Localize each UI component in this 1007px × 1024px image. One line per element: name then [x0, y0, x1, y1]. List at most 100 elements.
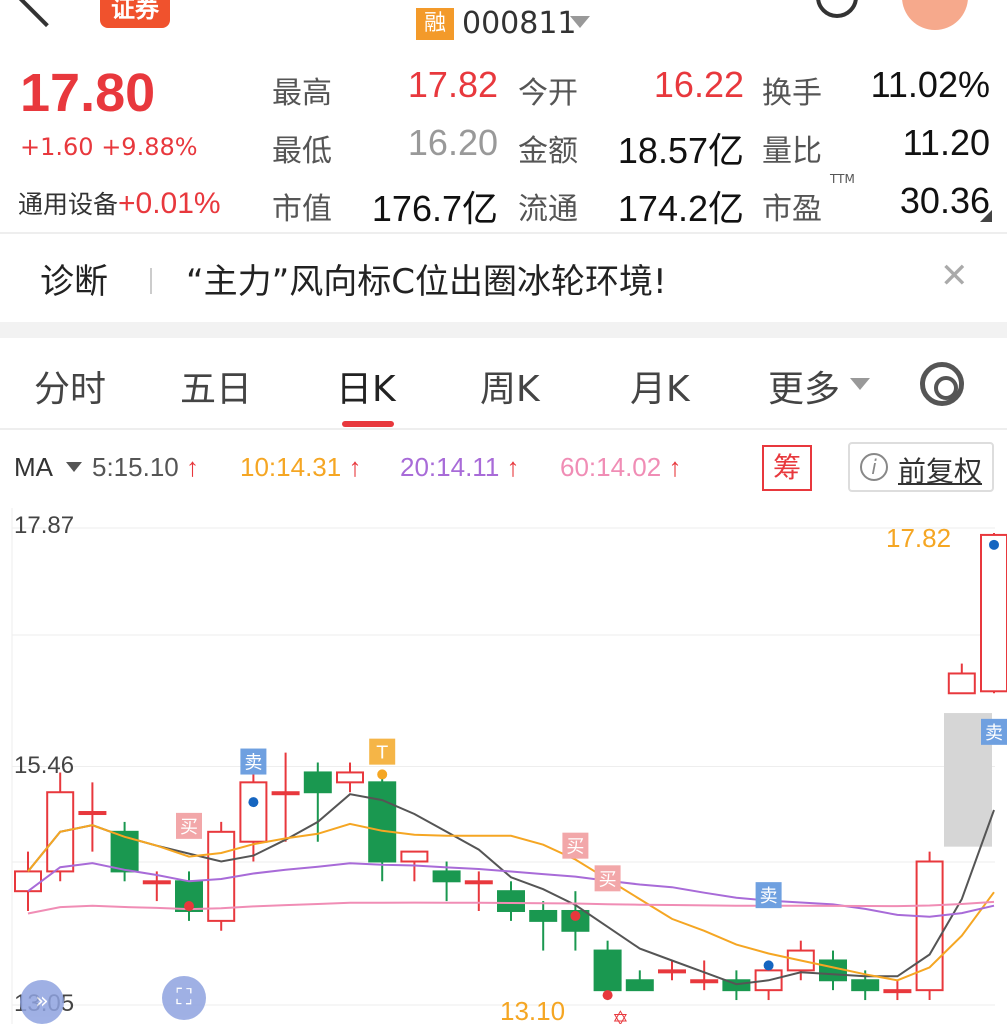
diagnosis-text[interactable]: “主力”风向标C位出圈冰轮环境!	[186, 254, 667, 303]
kline-chart[interactable]: 买卖 T买买卖卖17.8213.10 ✡	[0, 500, 1007, 1024]
star-icon: ✡	[612, 1006, 629, 1024]
candle-body	[78, 811, 107, 816]
quote-value: 17.82	[407, 64, 498, 105]
industry-name: 通用设备	[18, 190, 119, 219]
up-arrow-icon: ↑	[348, 452, 362, 482]
candle-body	[400, 850, 429, 863]
signal-badge-text: 卖	[985, 723, 1003, 744]
high-price-label: 17.82	[886, 523, 951, 553]
up-arrow-icon: ↑	[506, 452, 520, 482]
ma5-value: 5:15.10 ↑	[92, 452, 199, 483]
signal-dot	[248, 797, 259, 808]
candle-body	[464, 880, 493, 885]
signal-badge-text: 买	[566, 837, 584, 858]
signal-dot	[377, 769, 388, 780]
candle-body	[658, 969, 686, 974]
search-icon[interactable]	[816, 0, 858, 18]
y-axis-mid-label: 15.46	[14, 752, 75, 779]
quote-label: 流通	[518, 192, 578, 227]
signal-badge-text: 卖	[760, 886, 778, 907]
adjust-label: 前复权	[898, 455, 983, 488]
candle-body	[980, 533, 1007, 693]
quote-value: 11.20	[902, 122, 990, 163]
quote-value: 16.20	[407, 122, 498, 163]
tab-monthly-k[interactable]: 月K	[630, 360, 690, 412]
candle-body	[625, 979, 654, 992]
industry-row[interactable]: 通用设备+0.01%	[18, 185, 221, 221]
quote-label: 换手	[762, 76, 822, 111]
gear-icon[interactable]	[920, 362, 964, 406]
quote-label: 今开	[518, 76, 578, 111]
tab-daily-k[interactable]: 日K	[336, 360, 396, 412]
candle-body	[432, 870, 461, 883]
signal-badge-text: 卖	[244, 753, 262, 774]
margin-badge: 融	[416, 8, 454, 40]
divider	[150, 268, 152, 294]
ma20-value: 20:14.11 ↑	[400, 452, 520, 483]
candle-body	[529, 909, 558, 922]
chevron-down-icon[interactable]	[570, 16, 590, 28]
signal-dot	[602, 990, 613, 1001]
change-value: +1.60	[20, 133, 94, 161]
quote-value: 176.7亿	[371, 188, 498, 229]
quote-label: 金额	[518, 134, 578, 169]
candle-body	[690, 979, 719, 984]
quote-label: 最高	[272, 76, 332, 111]
candle-body	[593, 949, 622, 992]
industry-change: +0.01%	[118, 187, 221, 220]
fullscreen-icon[interactable]: ⛶	[162, 976, 206, 1020]
tab-more[interactable]: 更多	[768, 360, 840, 412]
ma10-value: 10:14.31 ↑	[240, 452, 361, 483]
candle-body	[142, 880, 171, 885]
ma-label[interactable]: MA	[14, 452, 53, 483]
quote-label: 最低	[272, 134, 332, 169]
candle-body	[883, 989, 912, 994]
candle-body	[303, 771, 332, 794]
tab-weekly-k[interactable]: 周K	[480, 360, 540, 412]
broker-badge[interactable]: 证券	[100, 0, 170, 28]
quote-value: 16.22	[653, 64, 744, 105]
chevron-down-icon[interactable]	[850, 378, 870, 390]
low-price-label: 13.10	[500, 996, 565, 1024]
change-percent: +9.88%	[101, 133, 198, 161]
top-bar: 证券 融 000811	[0, 0, 1007, 50]
candle-body	[947, 672, 976, 695]
close-icon[interactable]: ✕	[940, 256, 969, 296]
info-icon: i	[860, 453, 888, 481]
candle-body	[497, 890, 525, 912]
adjust-button[interactable]: i 前复权	[848, 442, 994, 492]
tab-intraday[interactable]: 分时	[34, 360, 106, 412]
signal-dot	[989, 539, 999, 550]
quote-label: 市盈	[762, 192, 822, 227]
signal-badge-text: 买	[599, 869, 617, 890]
candle-body	[14, 870, 42, 893]
signal-dot	[763, 960, 774, 971]
up-arrow-icon: ↑	[185, 452, 199, 482]
ma5-text: 5:15.10	[92, 452, 179, 482]
tab-five-day[interactable]: 五日	[180, 360, 252, 412]
up-arrow-icon: ↑	[668, 452, 682, 482]
ttm-label: TTM	[830, 172, 855, 186]
candle-body	[336, 771, 364, 784]
signal-dot	[570, 910, 581, 921]
avatar[interactable]	[902, 0, 968, 30]
chevron-down-icon[interactable]	[66, 462, 82, 472]
back-arrow-icon[interactable]	[14, 0, 78, 28]
section-gap	[0, 322, 1007, 338]
signal-dot	[184, 901, 194, 912]
divider	[0, 428, 1007, 430]
fast-forward-icon[interactable]: »	[20, 980, 64, 1024]
signal-badge-text: 买	[180, 817, 198, 838]
candle-body	[239, 781, 268, 843]
stock-code[interactable]: 000811	[462, 6, 577, 41]
ma60-value: 60:14.02 ↑	[560, 452, 681, 483]
divider	[0, 232, 1007, 234]
expand-corner-icon[interactable]	[980, 210, 992, 222]
candle-body	[271, 791, 300, 796]
current-price: 17.80	[20, 63, 156, 123]
ma10-text: 10:14.31	[240, 452, 342, 482]
stock-detail-screen: 证券 融 000811 17.80 +1.60 +9.88% 通用设备+0.01…	[0, 0, 1007, 1024]
chips-button[interactable]: 筹	[762, 445, 812, 491]
quote-value: 30.36	[899, 180, 990, 221]
ma60-text: 60:14.02	[560, 452, 662, 482]
